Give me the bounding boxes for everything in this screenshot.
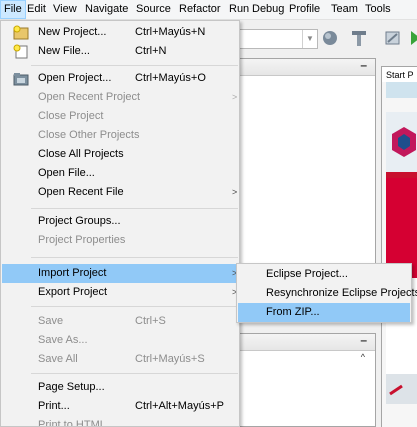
menu-item-project-properties: Project Properties (38, 234, 126, 246)
menu-item-import-project[interactable]: Import Project > (2, 264, 238, 283)
minimize-icon[interactable]: – (360, 58, 367, 72)
menu-source[interactable]: Source (133, 0, 174, 19)
file-menu: New Project... Ctrl+Mayús+N New File... … (0, 20, 240, 427)
menu-separator (31, 373, 238, 374)
menu-item-save-as: Save As... (38, 334, 88, 346)
menu-tools[interactable]: Tools (362, 0, 394, 19)
menu-separator (31, 257, 238, 258)
import-project-submenu: Eclipse Project... Resynchronize Eclipse… (236, 263, 417, 323)
menu-navigate[interactable]: Navigate (82, 0, 131, 19)
menu-item-print-to-html: Print to HTML... (38, 419, 116, 427)
new-project-icon (13, 25, 29, 40)
projects-panel: – (236, 58, 376, 288)
menu-item-project-groups[interactable]: Project Groups... (2, 212, 238, 231)
run-icon[interactable] (405, 27, 417, 49)
menu-team[interactable]: Team (328, 0, 361, 19)
menu-bar: File Edit View Navigate Source Refactor … (0, 0, 417, 20)
submenu-item-resynchronize-eclipse[interactable]: Resynchronize Eclipse Projects (238, 284, 417, 303)
new-file-icon (13, 44, 28, 59)
menu-item-print[interactable]: Print... Ctrl+Alt+Mayús+P (2, 397, 238, 416)
tab-start-page[interactable]: Start P (381, 66, 417, 82)
chevron-right-icon: > (232, 187, 238, 197)
chevron-down-icon[interactable]: ▼ (302, 30, 317, 48)
menu-separator (31, 306, 238, 307)
scroll-up-icon[interactable]: ^ (361, 352, 365, 362)
menu-item-close-other-projects: Close Other Projects (38, 129, 140, 141)
clean-build-icon[interactable] (383, 27, 403, 49)
configuration-combo[interactable]: ▼ (236, 29, 318, 49)
menu-view[interactable]: View (50, 0, 80, 19)
menu-item-save-all: Save All Ctrl+Mayús+S (38, 353, 205, 365)
chevron-right-icon: > (232, 92, 238, 102)
menu-separator (31, 65, 238, 66)
menu-debug[interactable]: Debug (249, 0, 287, 19)
submenu-item-eclipse-project[interactable]: Eclipse Project... (238, 265, 410, 284)
menu-refactor[interactable]: Refactor (176, 0, 224, 19)
open-project-icon (13, 73, 29, 86)
menu-file[interactable]: File (0, 0, 26, 19)
start-page-banner-graphic (386, 82, 417, 404)
menu-item-open-recent-file[interactable]: Open Recent File > (2, 183, 238, 202)
menu-separator (31, 208, 238, 209)
menu-item-save: Save Ctrl+S (38, 315, 166, 327)
menu-item-new-file[interactable]: New File... Ctrl+N (2, 42, 238, 61)
menu-item-new-project[interactable]: New Project... Ctrl+Mayús+N (2, 23, 238, 42)
globe-icon[interactable] (320, 27, 340, 49)
menu-profile[interactable]: Profile (286, 0, 323, 19)
menu-item-close-all-projects[interactable]: Close All Projects (2, 145, 238, 164)
menu-item-open-recent-project: Open Recent Project > (2, 88, 238, 107)
menu-item-open-project[interactable]: Open Project... Ctrl+Mayús+O (2, 69, 238, 88)
hammer-icon[interactable] (349, 27, 369, 49)
menu-item-page-setup[interactable]: Page Setup... (2, 378, 238, 397)
menu-item-export-project[interactable]: Export Project > (2, 283, 238, 302)
start-page-content (381, 82, 417, 427)
menu-item-open-file[interactable]: Open File... (2, 164, 238, 183)
minimize-icon[interactable]: – (360, 333, 367, 347)
menu-edit[interactable]: Edit (24, 0, 49, 19)
menu-item-close-project: Close Project (38, 110, 104, 122)
navigator-panel: – ^ (236, 333, 376, 427)
submenu-item-from-zip[interactable]: From ZIP... (238, 303, 410, 322)
